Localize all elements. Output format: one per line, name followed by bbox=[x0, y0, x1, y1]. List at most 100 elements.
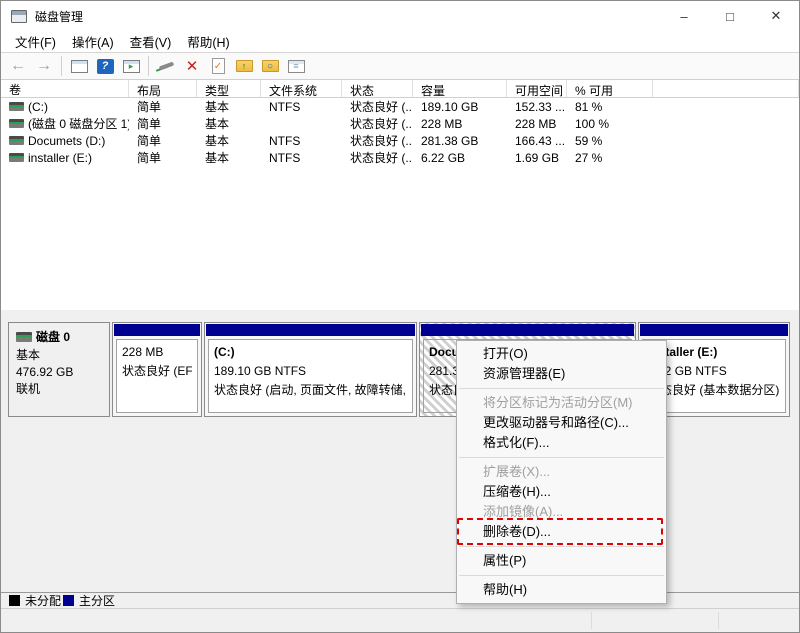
title-bar: 磁盘管理 – □ ✕ bbox=[1, 1, 799, 31]
volume-free-space: 228 MB bbox=[507, 117, 567, 131]
partition-c[interactable]: (C:) 189.10 GB NTFS 状态良好 (启动, 页面文件, 故障转储… bbox=[204, 322, 417, 417]
volume-layout: 简单 bbox=[129, 149, 197, 166]
volume-filesystem: NTFS bbox=[261, 151, 342, 165]
volume-filesystem: NTFS bbox=[261, 134, 342, 148]
table-row[interactable]: (C:) 简单 基本 NTFS 状态良好 (... 189.10 GB 152.… bbox=[1, 98, 799, 115]
legend-bar: 未分配 主分区 bbox=[1, 592, 799, 609]
volume-percent-free: 81 % bbox=[567, 100, 653, 114]
table-row[interactable]: (磁盘 0 磁盘分区 1) 简单 基本 状态良好 (... 228 MB 228… bbox=[1, 115, 799, 132]
table-row[interactable]: installer (E:) 简单 基本 NTFS 状态良好 (... 6.22… bbox=[1, 149, 799, 166]
volume-free-space: 166.43 ... bbox=[507, 134, 567, 148]
window-title: 磁盘管理 bbox=[35, 8, 83, 25]
menu-item-properties[interactable]: 属性(P) bbox=[457, 551, 666, 571]
menu-separator bbox=[459, 457, 664, 458]
close-button[interactable]: ✕ bbox=[753, 1, 799, 31]
column-header-layout[interactable]: 布局 bbox=[129, 80, 197, 97]
volume-name: installer (E:) bbox=[28, 151, 92, 165]
column-header-filesystem[interactable]: 文件系统 bbox=[261, 80, 342, 97]
partition-status: 状态良好 (基本数据分区) bbox=[648, 381, 780, 400]
menu-item-format[interactable]: 格式化(F)... bbox=[457, 433, 666, 453]
forward-icon[interactable]: → bbox=[32, 55, 56, 77]
partition-efi[interactable]: 228 MB 状态良好 (EFI 系 bbox=[112, 322, 202, 417]
partition-size: 6.22 GB NTFS bbox=[648, 362, 780, 381]
status-bar-divider bbox=[718, 612, 719, 629]
menu-action[interactable]: 操作(A) bbox=[64, 30, 122, 53]
status-bar-divider bbox=[591, 612, 592, 629]
disk-status: 联机 bbox=[16, 381, 102, 398]
menu-item-open[interactable]: 打开(O) bbox=[457, 344, 666, 364]
volume-capacity: 228 MB bbox=[413, 117, 507, 131]
menu-view[interactable]: 查看(V) bbox=[122, 30, 180, 53]
volume-layout: 简单 bbox=[129, 98, 197, 115]
menu-item-mark-active: 将分区标记为活动分区(M) bbox=[457, 393, 666, 413]
context-menu: 打开(O) 资源管理器(E) 将分区标记为活动分区(M) 更改驱动器号和路径(C… bbox=[456, 340, 667, 604]
disk-0-row: 磁盘 0 基本 476.92 GB 联机 228 MB 状态良好 (EFI 系 … bbox=[8, 322, 792, 417]
volume-type: 基本 bbox=[197, 115, 261, 132]
volume-icon bbox=[9, 119, 24, 128]
partition-color-bar bbox=[421, 324, 634, 336]
volume-percent-free: 59 % bbox=[567, 134, 653, 148]
app-icon bbox=[11, 10, 27, 23]
details-icon[interactable]: ≡ bbox=[284, 55, 308, 77]
disk-type: 基本 bbox=[16, 347, 102, 364]
menu-item-shrink-volume[interactable]: 压缩卷(H)... bbox=[457, 482, 666, 502]
console-tree-icon[interactable] bbox=[67, 55, 91, 77]
volume-free-space: 1.69 GB bbox=[507, 151, 567, 165]
status-bar bbox=[1, 609, 799, 632]
volume-status: 状态良好 (... bbox=[342, 98, 413, 115]
menu-file[interactable]: 文件(F) bbox=[7, 30, 64, 53]
partition-size: 228 MB bbox=[122, 343, 192, 362]
partition-title: installer (E:) bbox=[648, 343, 780, 362]
legend-unallocated-label: 未分配 bbox=[25, 592, 61, 609]
delete-icon[interactable]: ✕ bbox=[180, 55, 204, 77]
column-header-capacity[interactable]: 容量 bbox=[413, 80, 507, 97]
partition-status: 状态良好 (启动, 页面文件, 故障转储, 基 bbox=[214, 381, 407, 400]
volume-status: 状态良好 (... bbox=[342, 115, 413, 132]
disk-0-label-panel[interactable]: 磁盘 0 基本 476.92 GB 联机 bbox=[8, 322, 110, 417]
menu-help[interactable]: 帮助(H) bbox=[179, 30, 237, 53]
volume-icon bbox=[9, 102, 24, 111]
menu-item-explorer[interactable]: 资源管理器(E) bbox=[457, 364, 666, 384]
volume-type: 基本 bbox=[197, 149, 261, 166]
volume-list: (C:) 简单 基本 NTFS 状态良好 (... 189.10 GB 152.… bbox=[1, 98, 799, 310]
minimize-button[interactable]: – bbox=[661, 1, 707, 31]
help-icon[interactable]: ? bbox=[93, 55, 117, 77]
menu-separator bbox=[459, 546, 664, 547]
column-header-percent-free[interactable]: % 可用 bbox=[567, 80, 653, 97]
pointer-tool-icon[interactable] bbox=[154, 55, 178, 77]
partition-color-bar bbox=[206, 324, 415, 336]
legend-primary-label: 主分区 bbox=[79, 592, 115, 609]
back-icon[interactable]: ← bbox=[6, 55, 30, 77]
volume-capacity: 281.38 GB bbox=[413, 134, 507, 148]
volume-layout: 简单 bbox=[129, 115, 197, 132]
menu-item-change-drive-letter[interactable]: 更改驱动器号和路径(C)... bbox=[457, 413, 666, 433]
volume-capacity: 6.22 GB bbox=[413, 151, 507, 165]
folder-up-icon[interactable]: ↑ bbox=[232, 55, 256, 77]
menu-separator bbox=[459, 575, 664, 576]
volume-capacity: 189.10 GB bbox=[413, 100, 507, 114]
maximize-button[interactable]: □ bbox=[707, 1, 753, 31]
volume-filesystem: NTFS bbox=[261, 100, 342, 114]
volume-layout: 简单 bbox=[129, 132, 197, 149]
partition-title: (C:) bbox=[214, 343, 407, 362]
action-pane-icon[interactable]: ▸ bbox=[119, 55, 143, 77]
column-header-free-space[interactable]: 可用空间 bbox=[507, 80, 567, 97]
volume-name: Documets (D:) bbox=[28, 134, 105, 148]
menu-bar: 文件(F) 操作(A) 查看(V) 帮助(H) bbox=[1, 31, 799, 53]
table-row[interactable]: Documets (D:) 简单 基本 NTFS 状态良好 (... 281.3… bbox=[1, 132, 799, 149]
volume-icon bbox=[9, 153, 24, 162]
column-header-status[interactable]: 状态 bbox=[342, 80, 413, 97]
disk-management-window: 磁盘管理 – □ ✕ 文件(F) 操作(A) 查看(V) 帮助(H) ← → ?… bbox=[0, 0, 800, 633]
volume-name: (C:) bbox=[28, 100, 48, 114]
column-header-type[interactable]: 类型 bbox=[197, 80, 261, 97]
partition-color-bar bbox=[114, 324, 200, 336]
partition-color-bar bbox=[640, 324, 788, 336]
toolbar: ← → ? ▸ ✕ ✓ ↑ ○ ≡ bbox=[1, 53, 799, 80]
menu-item-help[interactable]: 帮助(H) bbox=[457, 580, 666, 600]
volume-percent-free: 27 % bbox=[567, 151, 653, 165]
column-header-volume[interactable]: 卷 bbox=[1, 80, 129, 97]
volume-type: 基本 bbox=[197, 132, 261, 149]
check-document-icon[interactable]: ✓ bbox=[206, 55, 230, 77]
folder-search-icon[interactable]: ○ bbox=[258, 55, 282, 77]
disk-size: 476.92 GB bbox=[16, 364, 102, 381]
